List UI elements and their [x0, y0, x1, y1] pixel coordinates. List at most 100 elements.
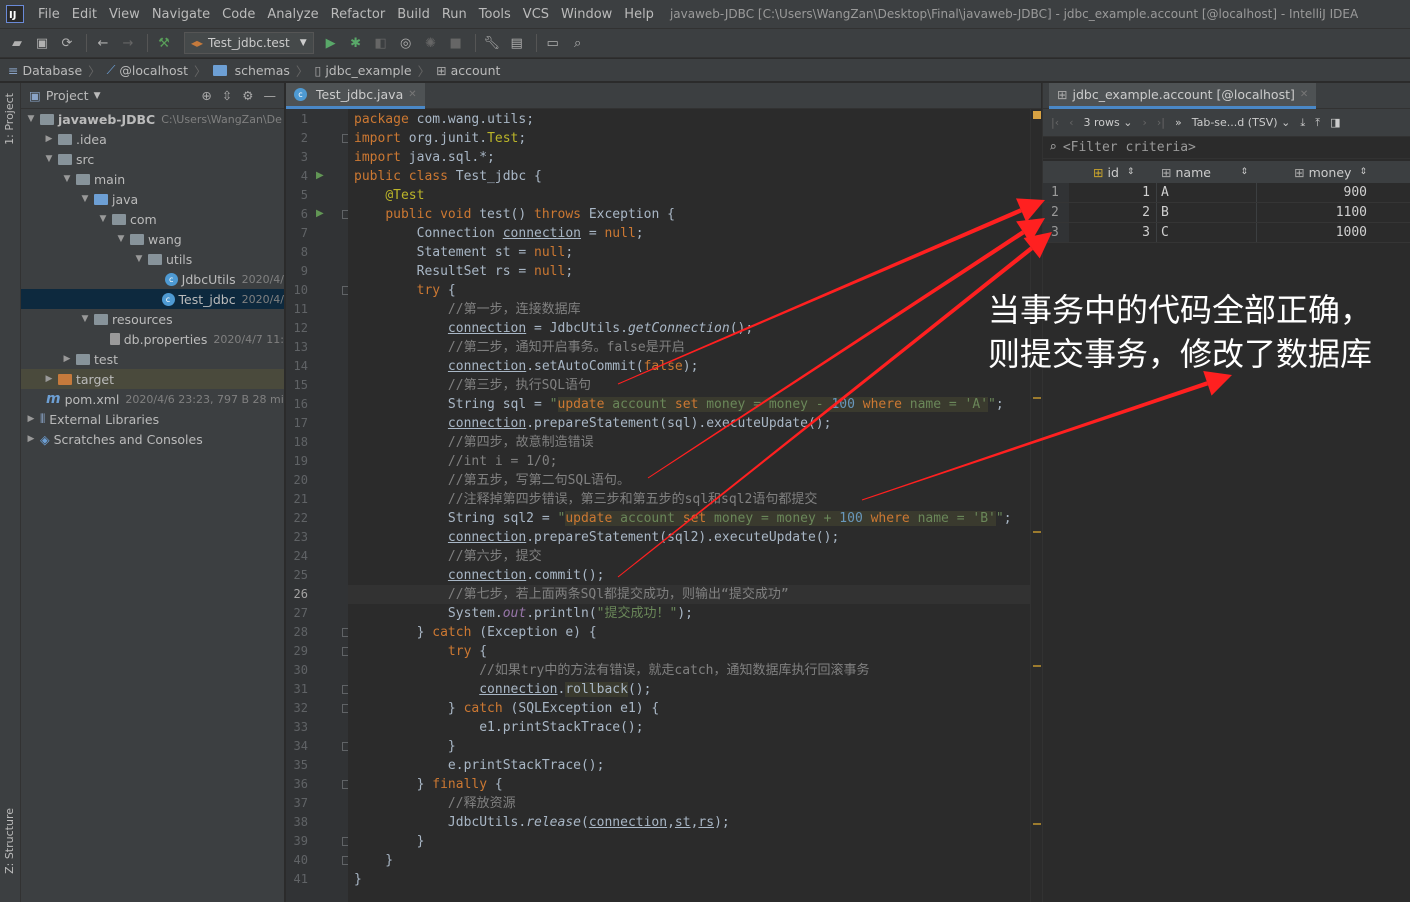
line-number[interactable]: 32	[286, 701, 308, 715]
run-configuration-select[interactable]: ◂▸ Test_jdbc.test ▼	[184, 32, 314, 54]
line-number[interactable]: 14	[286, 359, 308, 373]
menu-vcs[interactable]: VCS	[517, 7, 555, 22]
terminal-icon[interactable]: ▭	[542, 33, 564, 53]
run-coverage-icon[interactable]: ◧	[370, 33, 392, 53]
cell-money[interactable]: 1100	[1257, 203, 1371, 222]
line-number[interactable]: 15	[286, 378, 308, 392]
tree-item[interactable]: ▶ test	[21, 349, 284, 369]
expanded-arrow-icon[interactable]: ▼	[79, 314, 91, 324]
line-number[interactable]: 9	[286, 264, 308, 278]
menu-tools[interactable]: Tools	[473, 7, 517, 22]
collapsed-arrow-icon[interactable]: ▶	[25, 414, 37, 424]
line-number[interactable]: 41	[286, 872, 308, 886]
gear-icon[interactable]: ⚙	[242, 88, 253, 103]
expanded-arrow-icon[interactable]: ▼	[25, 114, 37, 124]
project-structure-icon[interactable]: ▤	[506, 33, 528, 53]
close-icon[interactable]: ✕	[1300, 89, 1308, 100]
collapsed-arrow-icon[interactable]: ▶	[25, 434, 37, 444]
line-number[interactable]: 3	[286, 150, 308, 164]
column-header-id[interactable]: ⊞ id ⇕	[1069, 161, 1157, 183]
collapsed-arrow-icon[interactable]: ▶	[61, 354, 73, 364]
rows-count-select[interactable]: 3 rows ⌄	[1084, 116, 1133, 129]
line-number[interactable]: 34	[286, 739, 308, 753]
stop-icon[interactable]: ■	[445, 33, 467, 53]
column-header-name[interactable]: ⊞ name ⇕	[1157, 161, 1257, 183]
tab-account-table[interactable]: ⊞ jdbc_example.account [@localhost] ✕	[1049, 82, 1317, 109]
line-number[interactable]: 26	[286, 587, 308, 601]
expanded-arrow-icon[interactable]: ▼	[97, 214, 109, 224]
download-icon[interactable]: ⤓	[1300, 116, 1305, 130]
code-editor[interactable]: package com.wang.utils; import org.junit.…	[348, 109, 1030, 902]
forward-icon[interactable]: →	[117, 33, 139, 53]
menu-code[interactable]: Code	[216, 7, 261, 22]
last-page-icon[interactable]: ›|	[1157, 116, 1165, 129]
line-number[interactable]: 19	[286, 454, 308, 468]
line-number[interactable]: 10	[286, 283, 308, 297]
tree-item[interactable]: c JdbcUtils 2020/4/	[21, 269, 284, 289]
locate-icon[interactable]: ⊕	[201, 88, 211, 103]
line-number[interactable]: 13	[286, 340, 308, 354]
sort-icon[interactable]: ⇕	[1127, 167, 1135, 177]
line-number[interactable]: 35	[286, 758, 308, 772]
menu-navigate[interactable]: Navigate	[146, 7, 216, 22]
format-select[interactable]: Tab-se...d (TSV) ⌄	[1192, 116, 1291, 129]
tree-item[interactable]: ▶ target	[21, 369, 284, 389]
settings-wrench-icon[interactable]: 🔧︎	[481, 33, 503, 53]
line-number[interactable]: 27	[286, 606, 308, 620]
column-header-money[interactable]: ⊞ money ⇕	[1257, 161, 1371, 183]
line-number[interactable]: 39	[286, 834, 308, 848]
line-number[interactable]: 33	[286, 720, 308, 734]
menu-file[interactable]: File	[32, 7, 66, 22]
tree-item[interactable]: ▼ utils	[21, 249, 284, 269]
filter-criteria-input[interactable]: <Filter criteria>	[1063, 140, 1196, 155]
line-number[interactable]: 12	[286, 321, 308, 335]
line-number[interactable]: 31	[286, 682, 308, 696]
back-icon[interactable]: ←	[92, 33, 114, 53]
tree-item[interactable]: ▶ ⫴ External Libraries	[21, 409, 284, 429]
line-number[interactable]: 25	[286, 568, 308, 582]
run-gutter-icon[interactable]: ▶	[316, 170, 324, 181]
sort-icon[interactable]: ⇕	[1359, 167, 1367, 177]
cell-money[interactable]: 1000	[1257, 223, 1371, 242]
tree-item[interactable]: m pom.xml 2020/4/6 23:23, 797 B 28 min	[21, 389, 284, 409]
tab-test-jdbc-java[interactable]: c Test_jdbc.java ✕	[286, 83, 425, 109]
line-number[interactable]: 38	[286, 815, 308, 829]
menu-run[interactable]: Run	[436, 7, 473, 22]
line-number[interactable]: 20	[286, 473, 308, 487]
upload-icon[interactable]: ⤒	[1315, 116, 1320, 130]
breadcrumb-database[interactable]: ≡ Database	[8, 63, 82, 78]
tree-item[interactable]: ▼ src	[21, 149, 284, 169]
tree-item[interactable]: c Test_jdbc 2020/4/	[21, 289, 284, 309]
tree-item[interactable]: ▶ ◈ Scratches and Consoles	[21, 429, 284, 449]
view-settings-icon[interactable]: ◨	[1330, 116, 1340, 129]
sync-icon[interactable]: ⟳	[56, 33, 78, 53]
attach-icon[interactable]: ✺	[420, 33, 442, 53]
tree-item[interactable]: ▼ main	[21, 169, 284, 189]
menu-view[interactable]: View	[103, 7, 146, 22]
table-row[interactable]: 3 3 C 1000	[1043, 223, 1410, 243]
line-number[interactable]: 22	[286, 511, 308, 525]
line-number[interactable]: 7	[286, 226, 308, 240]
menu-analyze[interactable]: Analyze	[261, 7, 324, 22]
collapsed-arrow-icon[interactable]: ▶	[43, 134, 55, 144]
collapsed-arrow-icon[interactable]: ▶	[43, 374, 55, 384]
sort-icon[interactable]: ⇕	[1240, 167, 1248, 177]
line-number[interactable]: 11	[286, 302, 308, 316]
breadcrumb-account[interactable]: ⊞ account	[436, 63, 500, 78]
project-tool-tab[interactable]: 1: Project	[3, 93, 16, 145]
table-row[interactable]: 1 1 A 900	[1043, 183, 1410, 203]
expanded-arrow-icon[interactable]: ▼	[115, 234, 127, 244]
expanded-arrow-icon[interactable]: ▼	[133, 254, 145, 264]
save-icon[interactable]: ▣	[31, 33, 53, 53]
profile-icon[interactable]: ◎	[395, 33, 417, 53]
menu-edit[interactable]: Edit	[66, 7, 103, 22]
cell-id[interactable]: 2	[1069, 203, 1157, 222]
expanded-arrow-icon[interactable]: ▼	[43, 154, 55, 164]
cell-name[interactable]: B	[1157, 203, 1257, 222]
line-number[interactable]: 28	[286, 625, 308, 639]
more-icon[interactable]: »	[1175, 116, 1182, 129]
cell-money[interactable]: 900	[1257, 183, 1371, 202]
next-page-icon[interactable]: ›	[1142, 116, 1146, 129]
expanded-arrow-icon[interactable]: ▼	[79, 194, 91, 204]
line-number[interactable]: 8	[286, 245, 308, 259]
